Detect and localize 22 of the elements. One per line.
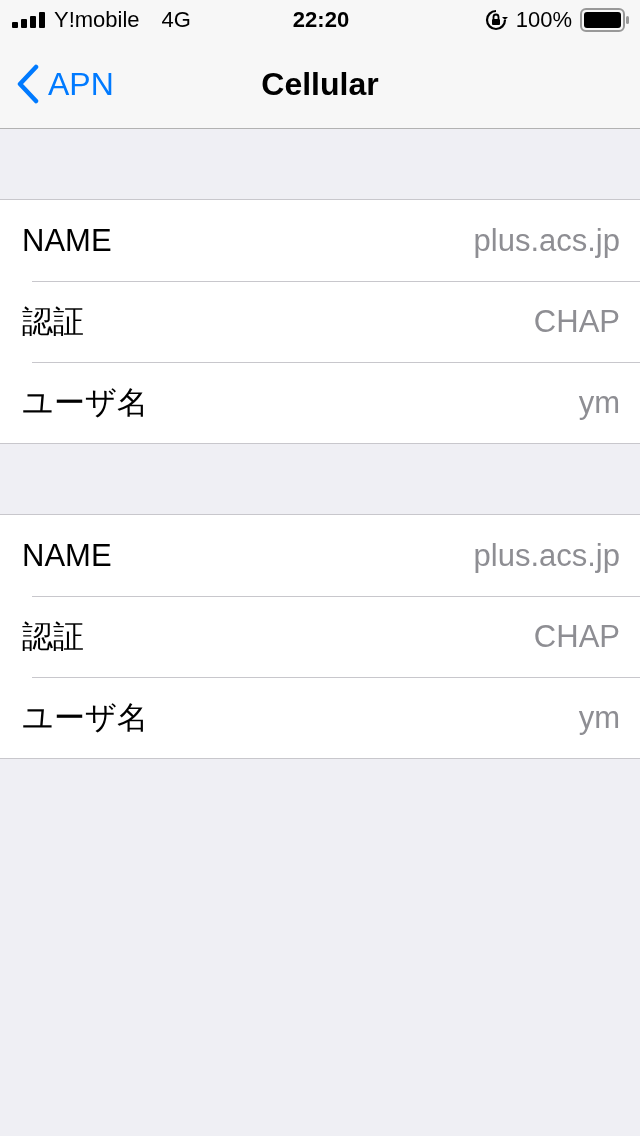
row-value: plus.acs.jp <box>473 222 620 259</box>
row-value: CHAP <box>533 303 620 340</box>
battery-percent: 100% <box>515 7 572 33</box>
row-value: ym <box>578 699 620 736</box>
chevron-left-icon <box>16 64 40 104</box>
back-button[interactable]: APN <box>0 64 114 104</box>
row-label: ユーザ名 <box>22 383 148 422</box>
row-label: 認証 <box>22 617 84 656</box>
row-value: plus.acs.jp <box>473 537 620 574</box>
row-label: 認証 <box>22 302 84 341</box>
row-label: NAME <box>22 222 112 259</box>
status-time: 22:20 <box>292 7 350 32</box>
battery-icon <box>580 8 630 32</box>
signal-icon <box>12 12 46 28</box>
row-label: NAME <box>22 537 112 574</box>
carrier-name: Y!mobile <box>54 7 140 33</box>
row-value: ym <box>578 384 620 421</box>
rotation-lock-icon <box>483 8 508 32</box>
network-type: 4G <box>161 7 191 33</box>
row-value: CHAP <box>533 618 620 655</box>
screen-title: Cellular <box>261 65 379 103</box>
row-label: ユーザ名 <box>22 698 148 737</box>
